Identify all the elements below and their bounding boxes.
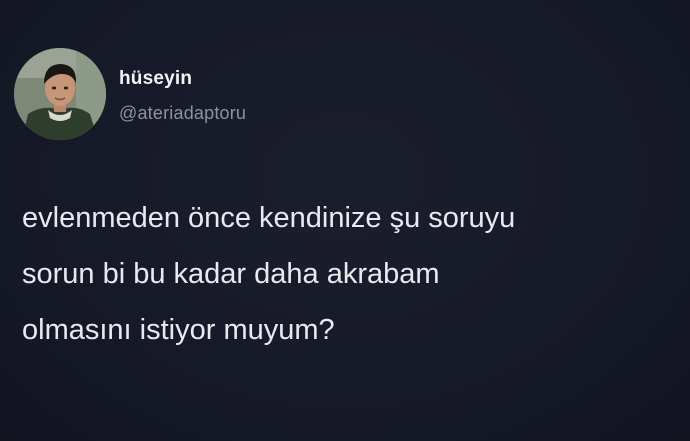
tweet-text-line: sorun bi bu kadar daha akrabam (22, 258, 440, 290)
tweet-card: hüseyin @ateriadaptoru evlenmeden önce k… (0, 0, 690, 441)
avatar[interactable] (14, 48, 106, 140)
user-handle[interactable]: @ateriadaptoru (119, 103, 246, 124)
profile-photo-icon (14, 48, 106, 140)
display-name[interactable]: hüseyin (119, 68, 192, 90)
tweet-text-line: evlenmeden önce kendinize şu soruyu (22, 202, 516, 234)
tweet-text: evlenmeden önce kendinize şu soruyu soru… (22, 190, 682, 358)
tweet-text-line: olmasını istiyor muyum? (22, 314, 335, 346)
